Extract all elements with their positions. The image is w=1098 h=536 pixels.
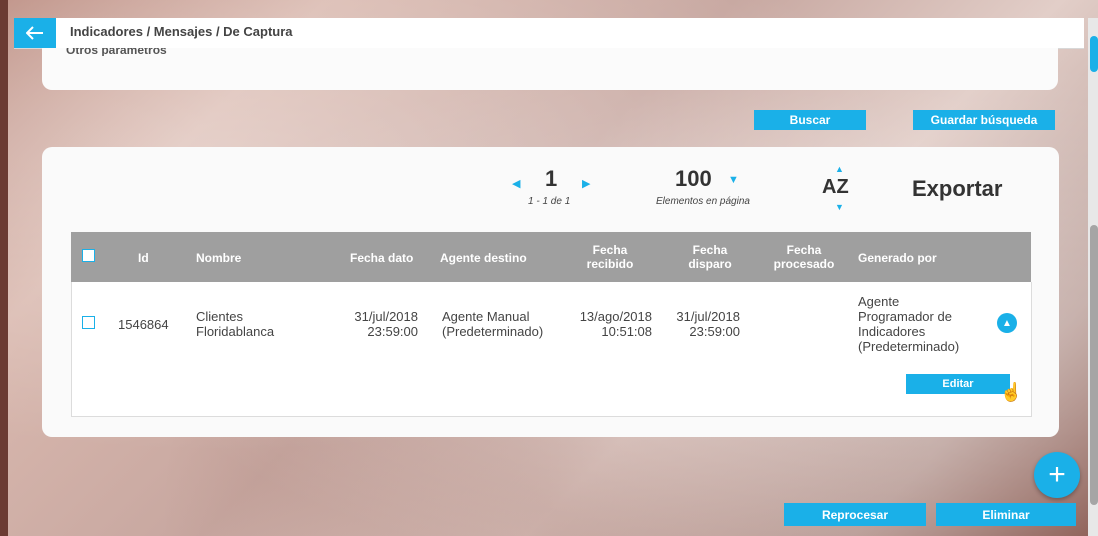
eliminar-button[interactable]: Eliminar: [936, 503, 1076, 526]
arrow-left-icon: [26, 26, 43, 40]
header-id[interactable]: Id: [138, 251, 149, 265]
scrollbar-top-marker[interactable]: [1090, 36, 1098, 72]
row-checkbox[interactable]: [82, 316, 95, 329]
chevron-down-icon[interactable]: ▼: [728, 174, 739, 186]
row-nombre-line1: Clientes: [196, 309, 243, 324]
plus-icon: +: [1048, 458, 1066, 491]
row-nombre: Clientes Floridablanca: [196, 309, 274, 339]
header-fecha-disparo-line2: disparo: [688, 257, 732, 271]
chevron-up-icon[interactable]: ▲: [997, 313, 1017, 333]
row-generado-por: Agente Programador de Indicadores (Prede…: [858, 294, 959, 354]
sort-down-icon[interactable]: ▼: [835, 202, 844, 212]
row-agente-line2: (Predeterminado): [442, 324, 544, 339]
hand-cursor-icon: ☝: [1000, 382, 1023, 402]
row-id: 1546864: [118, 317, 169, 332]
row-nombre-line2: Floridablanca: [196, 324, 275, 339]
row-generado-line2: Programador de: [858, 309, 952, 324]
header-fecha-procesado-line1: Fecha: [786, 243, 822, 257]
otros-parametros-toggle[interactable]: Otros parámetros: [66, 48, 167, 56]
row-agente-destino: Agente Manual (Predeterminado): [442, 309, 543, 339]
header-generado-por[interactable]: Generado por: [858, 251, 937, 265]
row-generado-line4: (Predeterminado): [858, 339, 960, 354]
row-fecha-dato: 31/jul/2018 23:59:00: [352, 309, 418, 339]
row-fecha-dato-time: 23:59:00: [367, 324, 418, 339]
header-fecha-recibido-line2: recibido: [586, 257, 634, 271]
header-fecha-procesado-line2: procesado: [773, 257, 835, 271]
breadcrumb: Indicadores / Mensajes / De Captura: [70, 24, 293, 39]
row-recibido-time: 10:51:08: [601, 324, 652, 339]
header-nombre[interactable]: Nombre: [196, 251, 241, 265]
prev-page-icon[interactable]: ◀: [512, 177, 520, 190]
buscar-button[interactable]: Buscar: [754, 110, 866, 130]
add-button[interactable]: +: [1034, 452, 1080, 498]
guardar-busqueda-button[interactable]: Guardar búsqueda: [913, 110, 1055, 130]
next-page-icon[interactable]: ▶: [582, 177, 590, 190]
row-fecha-dato-date: 31/jul/2018: [354, 309, 418, 324]
scrollbar-thumb[interactable]: [1090, 225, 1098, 505]
row-disparo-time: 23:59:00: [689, 324, 740, 339]
back-button[interactable]: [14, 18, 56, 48]
edit-button[interactable]: Editar: [906, 374, 1010, 394]
export-button[interactable]: Exportar: [912, 176, 1002, 202]
row-recibido-date: 13/ago/2018: [579, 309, 652, 324]
sort-toggle[interactable]: AZ: [822, 176, 849, 199]
reprocesar-button[interactable]: Reprocesar: [784, 503, 926, 526]
per-page-value[interactable]: 100: [675, 166, 712, 192]
header-fecha-recibido[interactable]: Fecha recibido: [580, 243, 640, 271]
header-fecha-disparo-line1: Fecha: [692, 243, 728, 257]
row-fecha-recibido: 13/ago/2018 10:51:08: [570, 309, 652, 339]
row-generado-line1: Agente: [858, 294, 900, 309]
row-agente-line1: Agente Manual: [442, 309, 530, 324]
page-range: 1 - 1 de 1: [528, 196, 571, 207]
current-page: 1: [545, 166, 558, 191]
header-fecha-recibido-line1: Fecha: [592, 243, 628, 257]
header-agente-destino[interactable]: Agente destino: [440, 251, 527, 265]
filters-panel: [42, 48, 1058, 90]
row-disparo-date: 31/jul/2018: [676, 309, 740, 324]
row-generado-line3: Indicadores: [858, 324, 926, 339]
sort-up-icon[interactable]: ▲: [835, 164, 844, 174]
header-fecha-dato[interactable]: Fecha dato: [350, 251, 413, 265]
row-fecha-disparo: 31/jul/2018 23:59:00: [672, 309, 740, 339]
header-fecha-disparo[interactable]: Fecha disparo: [680, 243, 740, 271]
per-page-label: Elementos en página: [656, 196, 750, 207]
header-fecha-procesado[interactable]: Fecha procesado: [764, 243, 844, 271]
select-all-checkbox[interactable]: [82, 249, 95, 262]
left-edge: [0, 0, 8, 536]
